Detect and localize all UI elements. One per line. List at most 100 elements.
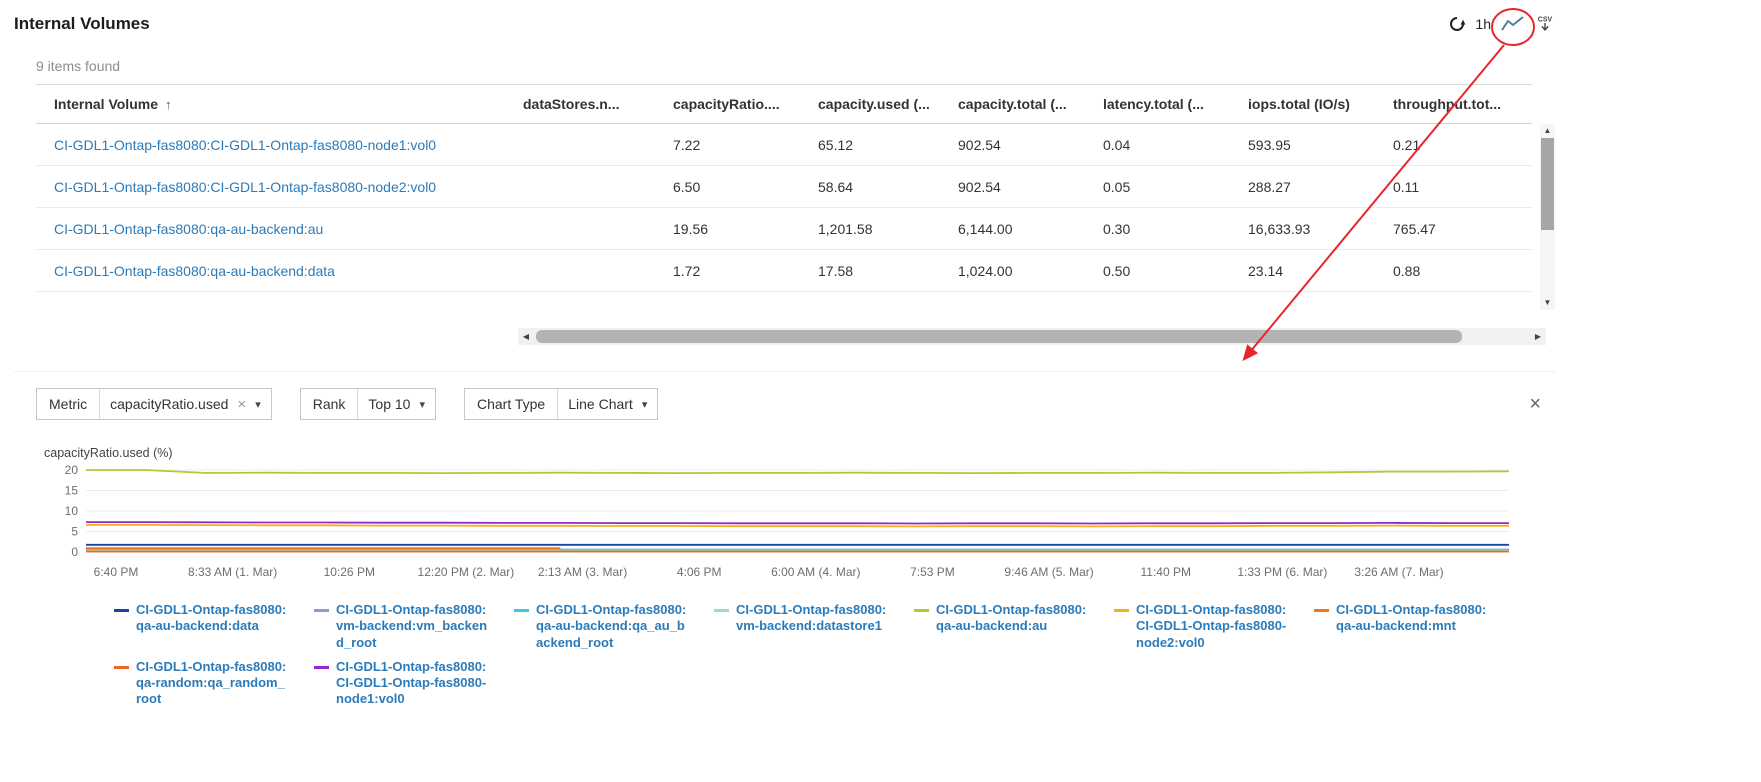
volume-link[interactable]: CI-GDL1-Ontap-fas8080:CI-GDL1-Ontap-fas8… (54, 179, 436, 195)
rank-chevron-down-icon[interactable]: ▾ (419, 398, 425, 411)
chart-type-dropdown[interactable]: Line Chart ▾ (557, 389, 657, 419)
volume-name-cell: CI-GDL1-Ontap-fas8080:CI-GDL1-Ontap-fas8… (36, 179, 515, 195)
chart-y-axis-title: capacityRatio.used (%) (44, 446, 1555, 460)
rank-dropdown[interactable]: Top 10 ▾ (357, 389, 435, 419)
items-found-label: 9 items found (36, 58, 1561, 74)
legend-label[interactable]: CI-GDL1-Ontap-fas8080:qa-random:qa_rando… (136, 659, 288, 708)
legend-item[interactable]: CI-GDL1-Ontap-fas8080:CI-GDL1-Ontap-fas8… (314, 659, 514, 708)
svg-text:5: 5 (71, 525, 78, 539)
refresh-icon[interactable] (1448, 15, 1466, 33)
column-header-7[interactable]: throughput.tot... (1385, 96, 1532, 112)
legend-label[interactable]: CI-GDL1-Ontap-fas8080:vm-backend:datasto… (736, 602, 888, 651)
legend-item[interactable]: CI-GDL1-Ontap-fas8080:vm-backend:vm_back… (314, 602, 514, 651)
table-wrap: Internal Volume↑dataStores.n...capacityR… (36, 84, 1561, 310)
scroll-left-icon[interactable]: ◀ (518, 332, 534, 341)
chart-panel: Metric capacityRatio.used × ▾ Rank Top 1… (14, 371, 1555, 708)
legend-label[interactable]: CI-GDL1-Ontap-fas8080:CI-GDL1-Ontap-fas8… (336, 659, 488, 708)
metric-value-cell: 765.47 (1385, 221, 1532, 237)
chart-legend: CI-GDL1-Ontap-fas8080:qa-au-backend:data… (114, 602, 1524, 708)
table-row: CI-GDL1-Ontap-fas8080:qa-au-backend:data… (36, 250, 1532, 292)
volume-name-cell: CI-GDL1-Ontap-fas8080:qa-au-backend:data (36, 263, 515, 279)
table-bottom-pad (36, 292, 1532, 310)
metric-value-cell: 19.56 (665, 221, 810, 237)
line-chart: 051015206:40 PM8:33 AM (1. Mar)10:26 PM1… (44, 462, 1519, 590)
metric-value-cell: 0.21 (1385, 137, 1532, 153)
table-body: CI-GDL1-Ontap-fas8080:CI-GDL1-Ontap-fas8… (36, 124, 1532, 292)
rank-selected-value[interactable]: Top 10 (368, 396, 410, 412)
volume-link[interactable]: CI-GDL1-Ontap-fas8080:qa-au-backend:au (54, 221, 323, 237)
column-header-2[interactable]: capacityRatio.... (665, 96, 810, 112)
metric-value-cell: 902.54 (950, 179, 1095, 195)
metric-value-cell: 288.27 (1240, 179, 1385, 195)
legend-item[interactable]: CI-GDL1-Ontap-fas8080:CI-GDL1-Ontap-fas8… (1114, 602, 1314, 651)
vertical-scrollbar[interactable]: ▲ ▼ (1540, 124, 1555, 310)
internal-volumes-page: Internal Volumes 1h CSV (0, 0, 1561, 708)
metric-selected-value[interactable]: capacityRatio.used (110, 396, 228, 412)
legend-item[interactable]: CI-GDL1-Ontap-fas8080:qa-au-backend:data (114, 602, 314, 651)
metric-value-cell: 1,201.58 (810, 221, 950, 237)
metric-value-cell: 6,144.00 (950, 221, 1095, 237)
page-title: Internal Volumes (14, 14, 150, 34)
chart-type-label: Chart Type (465, 389, 557, 419)
rank-control: Rank Top 10 ▾ (300, 388, 436, 420)
horizontal-scrollbar[interactable]: ◀ ▶ (518, 328, 1546, 345)
legend-label[interactable]: CI-GDL1-Ontap-fas8080:CI-GDL1-Ontap-fas8… (1136, 602, 1288, 651)
table-row: CI-GDL1-Ontap-fas8080:CI-GDL1-Ontap-fas8… (36, 166, 1532, 208)
metric-value-cell: 0.04 (1095, 137, 1240, 153)
internal-volumes-table: Internal Volume↑dataStores.n...capacityR… (36, 84, 1532, 310)
horizontal-scrollbar-track[interactable] (534, 328, 1530, 345)
metric-value-cell: 0.50 (1095, 263, 1240, 279)
svg-text:11:40 PM: 11:40 PM (1140, 565, 1190, 579)
column-header-0[interactable]: Internal Volume↑ (36, 96, 515, 112)
svg-text:8:33 AM (1. Mar): 8:33 AM (1. Mar) (188, 565, 277, 579)
metric-value-cell: 58.64 (810, 179, 950, 195)
svg-text:3:26 AM (7. Mar): 3:26 AM (7. Mar) (1354, 565, 1443, 579)
metric-clear-icon[interactable]: × (237, 397, 246, 412)
metric-label: Metric (37, 389, 99, 419)
horizontal-scrollbar-thumb[interactable] (536, 330, 1462, 343)
legend-color-dash (314, 666, 329, 669)
legend-item[interactable]: CI-GDL1-Ontap-fas8080:vm-backend:datasto… (714, 602, 914, 651)
column-header-1[interactable]: dataStores.n... (515, 96, 665, 112)
legend-label[interactable]: CI-GDL1-Ontap-fas8080:qa-au-backend:au (936, 602, 1088, 651)
line-chart-toggle-icon[interactable] (1500, 14, 1526, 34)
scroll-down-icon[interactable]: ▼ (1544, 296, 1552, 310)
legend-item[interactable]: CI-GDL1-Ontap-fas8080:qa-au-backend:au (914, 602, 1114, 651)
legend-item[interactable]: CI-GDL1-Ontap-fas8080:qa-au-backend:mnt (1314, 602, 1514, 651)
legend-label[interactable]: CI-GDL1-Ontap-fas8080:qa-au-backend:mnt (1336, 602, 1488, 651)
svg-text:0: 0 (71, 545, 78, 559)
page-header: Internal Volumes 1h CSV (14, 14, 1555, 34)
csv-export-icon[interactable]: CSV (1535, 14, 1555, 34)
legend-label[interactable]: CI-GDL1-Ontap-fas8080:vm-backend:vm_back… (336, 602, 488, 651)
column-header-4[interactable]: capacity.total (... (950, 96, 1095, 112)
time-range-label[interactable]: 1h (1475, 16, 1491, 32)
metric-value-cell: 23.14 (1240, 263, 1385, 279)
chart-type-selected-value[interactable]: Line Chart (568, 396, 633, 412)
table-header: Internal Volume↑dataStores.n...capacityR… (36, 84, 1532, 124)
volume-link[interactable]: CI-GDL1-Ontap-fas8080:CI-GDL1-Ontap-fas8… (54, 137, 436, 153)
column-header-3[interactable]: capacity.used (... (810, 96, 950, 112)
legend-label[interactable]: CI-GDL1-Ontap-fas8080:qa-au-backend:data (136, 602, 288, 651)
scroll-right-icon[interactable]: ▶ (1530, 332, 1546, 341)
legend-label[interactable]: CI-GDL1-Ontap-fas8080:qa-au-backend:qa_a… (536, 602, 688, 651)
chart-panel-close-icon[interactable]: × (1529, 394, 1541, 414)
metric-chevron-down-icon[interactable]: ▾ (255, 398, 261, 411)
metric-value-cell: 593.95 (1240, 137, 1385, 153)
metric-value-cell: 0.05 (1095, 179, 1240, 195)
column-header-5[interactable]: latency.total (... (1095, 96, 1240, 112)
metric-dropdown[interactable]: capacityRatio.used × ▾ (99, 389, 271, 419)
scroll-up-icon[interactable]: ▲ (1544, 124, 1552, 138)
svg-text:12:20 PM (2. Mar): 12:20 PM (2. Mar) (418, 565, 515, 579)
legend-item[interactable]: CI-GDL1-Ontap-fas8080:qa-random:qa_rando… (114, 659, 314, 708)
volume-name-cell: CI-GDL1-Ontap-fas8080:CI-GDL1-Ontap-fas8… (36, 137, 515, 153)
column-header-6[interactable]: iops.total (IO/s) (1240, 96, 1385, 112)
legend-color-dash (514, 609, 529, 612)
volume-link[interactable]: CI-GDL1-Ontap-fas8080:qa-au-backend:data (54, 263, 335, 279)
legend-color-dash (114, 609, 129, 612)
legend-item[interactable]: CI-GDL1-Ontap-fas8080:qa-au-backend:qa_a… (514, 602, 714, 651)
metric-value-cell: 0.11 (1385, 179, 1532, 195)
chart-type-chevron-down-icon[interactable]: ▾ (642, 398, 648, 411)
vertical-scrollbar-thumb[interactable] (1541, 138, 1554, 230)
svg-text:10: 10 (65, 504, 79, 518)
metric-value-cell: 6.50 (665, 179, 810, 195)
